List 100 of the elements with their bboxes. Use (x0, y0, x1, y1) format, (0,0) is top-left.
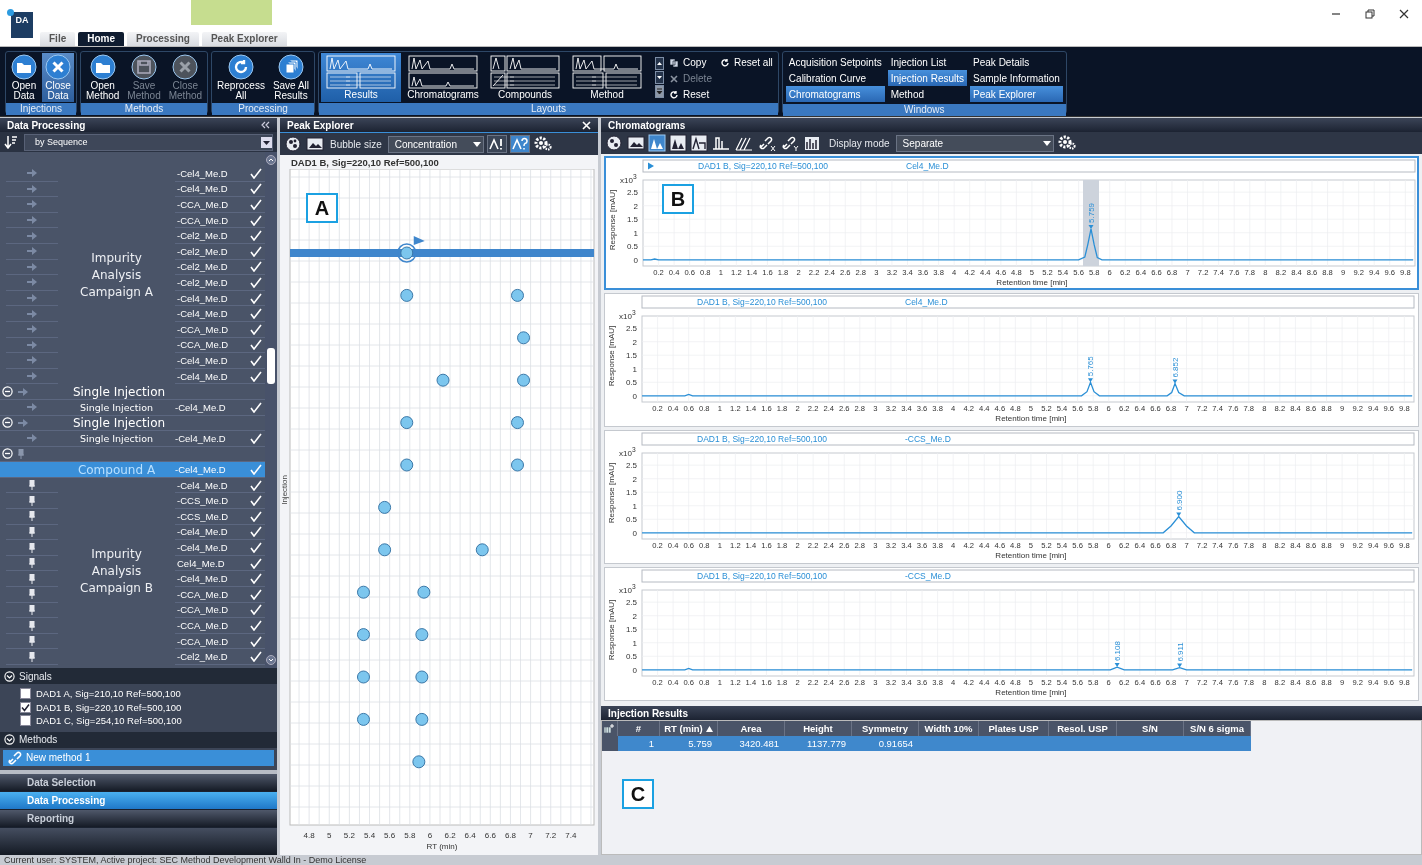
checkbox[interactable] (20, 715, 31, 727)
peak-bubble[interactable] (517, 373, 531, 387)
window-toggle[interactable]: Injection List (887, 54, 968, 70)
checkmark-icon[interactable] (250, 542, 262, 554)
checkmark-icon[interactable] (250, 620, 262, 631)
checkmark-icon[interactable] (250, 370, 262, 382)
image-icon[interactable] (627, 135, 645, 151)
peak-bubble[interactable] (511, 288, 524, 302)
checkmark-icon[interactable] (250, 230, 262, 242)
ribbon-button[interactable]: Reprocess All (214, 53, 268, 102)
peak-bubble[interactable] (417, 585, 431, 599)
display-mode-dropdown[interactable]: Separate (895, 134, 1054, 152)
ribbon-button[interactable]: Save All Results (269, 53, 313, 102)
window-toggle[interactable]: Injection Results (887, 70, 968, 86)
window-toggle[interactable]: Acquisition Setpoints (785, 54, 885, 70)
checkmark-icon[interactable] (250, 214, 262, 226)
navigation-tab[interactable]: Reporting (0, 809, 277, 827)
ribbon-button[interactable]: Open Data (8, 53, 40, 102)
column-header[interactable]: Resol. USP (1049, 721, 1117, 736)
peak-bubble[interactable] (475, 543, 489, 557)
layout-button[interactable]: Chromatograms (403, 53, 484, 102)
window-toggle[interactable]: Method (887, 86, 968, 102)
peak-bubble[interactable] (357, 712, 370, 726)
baseline-icon[interactable] (711, 134, 731, 152)
checkmark-icon[interactable] (250, 401, 262, 413)
column-chooser[interactable] (602, 721, 618, 736)
checkmark-icon[interactable] (250, 292, 262, 304)
peak-bubble[interactable] (415, 712, 429, 726)
layout-action[interactable]: Reset all (716, 55, 776, 70)
checkmark-icon[interactable] (250, 635, 262, 647)
settings-icon[interactable] (1056, 134, 1079, 152)
column-header[interactable]: Height (785, 721, 852, 736)
sort-dropdown[interactable]: by Sequence (24, 133, 273, 151)
window-toggle[interactable]: Sample Information (970, 70, 1063, 86)
peak-bubble[interactable] (400, 288, 414, 302)
window-toggle[interactable]: Peak Explorer (970, 86, 1063, 102)
peak-bubble[interactable] (357, 628, 370, 642)
ribbon-tab[interactable]: File (40, 32, 76, 46)
window-toggle[interactable]: Chromatograms (785, 86, 885, 102)
window-toggle[interactable]: Calibration Curve (785, 70, 885, 86)
settings-icon[interactable] (532, 135, 555, 153)
peak-bubble[interactable] (415, 628, 429, 642)
ribbon-tab[interactable]: Processing (127, 32, 199, 46)
image-icon[interactable] (306, 136, 324, 152)
sort-icon[interactable] (4, 135, 18, 149)
checkmark-icon[interactable] (250, 526, 262, 538)
column-header[interactable]: S/N (1117, 721, 1184, 736)
window-toggle[interactable]: Peak Details (970, 54, 1063, 70)
peak-bubble[interactable] (400, 416, 414, 430)
layout-action[interactable]: Copy (666, 55, 715, 70)
checkmark-icon[interactable] (250, 339, 262, 351)
checkmark-icon[interactable] (250, 432, 262, 444)
restore-icon[interactable] (1364, 8, 1376, 20)
layout-button[interactable]: Compounds (485, 53, 566, 102)
checkmark-icon[interactable] (250, 604, 262, 616)
bubble-size-dropdown[interactable]: Concentration (387, 135, 484, 153)
signal-checkbox[interactable]: DAD1 A, Sig=210,10 Ref=500,100 (20, 687, 277, 701)
checkmark-icon[interactable] (250, 651, 262, 663)
signal-checkbox[interactable]: DAD1 B, Sig=220,10 Ref=500,100 (20, 700, 277, 714)
layout-button[interactable]: Method (567, 53, 648, 102)
checkmark-icon[interactable] (250, 354, 262, 366)
column-header[interactable]: # (618, 721, 660, 736)
peak-chart-icon[interactable] (669, 134, 687, 152)
checkmark-icon[interactable] (250, 199, 262, 210)
peak-bubble[interactable] (357, 670, 370, 684)
column-header[interactable]: Plates USP (979, 721, 1049, 736)
checkmark-icon[interactable] (250, 308, 262, 320)
scrollbar[interactable] (265, 152, 277, 668)
layout-button[interactable]: Results (321, 53, 402, 102)
checkmark-icon[interactable] (250, 276, 262, 288)
peak-bubble[interactable] (511, 458, 524, 472)
peak-bubble[interactable] (511, 416, 524, 430)
bubble-chart-icon[interactable] (283, 135, 303, 153)
section-header[interactable]: Signals (0, 668, 277, 684)
peak-bubble[interactable] (415, 670, 429, 684)
peak-bubble[interactable] (400, 458, 414, 472)
column-header[interactable]: RT (min) (660, 721, 718, 736)
checkmark-icon[interactable] (250, 323, 262, 335)
peak-bubble[interactable] (357, 585, 370, 599)
ribbon-button[interactable]: Open Method (83, 53, 123, 102)
ribbon-tab[interactable]: Peak Explorer (201, 32, 287, 46)
injection-item[interactable]: Single Injection -Cel4_Me.D (0, 399, 265, 416)
bubble-chart-icon[interactable] (604, 134, 624, 152)
ribbon-button[interactable]: Close Data (42, 53, 74, 102)
checkbox[interactable] (20, 701, 31, 713)
checkmark-icon[interactable] (250, 245, 262, 257)
column-header[interactable]: Width 10% (919, 721, 979, 736)
peak-bubble[interactable] (378, 500, 392, 514)
peak-query-button[interactable] (509, 135, 530, 153)
peak-chart-icon[interactable] (690, 134, 708, 152)
checkmark-icon[interactable] (250, 261, 262, 273)
checkmark-icon[interactable] (250, 183, 262, 195)
column-header[interactable]: Area (718, 721, 785, 736)
peak-alert-button[interactable] (486, 135, 507, 153)
column-header[interactable]: Symmetry (852, 721, 919, 736)
link-y-icon[interactable] (780, 134, 800, 152)
checkmark-icon[interactable] (250, 510, 262, 522)
result-row[interactable]: 1 5.759 3420.481 1137.779 0.91654 (602, 736, 1251, 751)
checkmark-icon[interactable] (250, 464, 262, 476)
checkmark-icon[interactable] (250, 479, 262, 491)
